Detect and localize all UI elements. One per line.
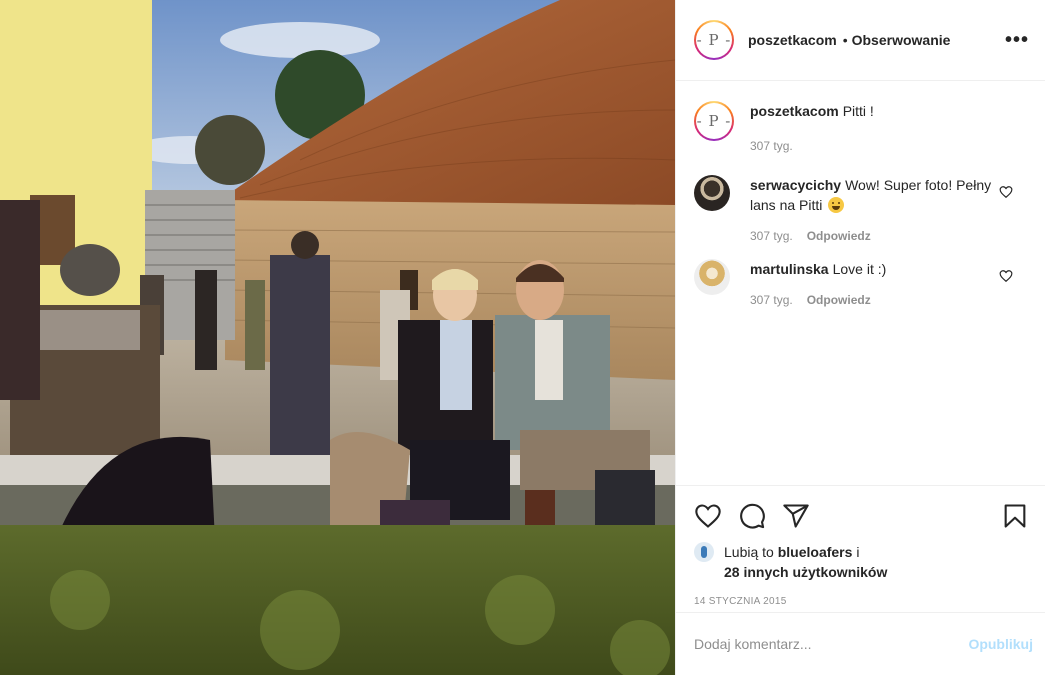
author-avatar-letter: - P -	[696, 22, 732, 58]
comment-timestamp[interactable]: 307 tyg.	[750, 229, 793, 243]
caption-avatar[interactable]: - P -	[694, 101, 734, 141]
comment-like-heart-icon[interactable]	[999, 185, 1013, 199]
instagram-post-modal: - P - poszetkacom • Obserwowanie ••• - P…	[0, 0, 1045, 675]
post-photo[interactable]	[0, 0, 675, 675]
caption: - P - poszetkacom Pitti ! 307 tyg.	[694, 101, 1029, 153]
add-comment-form: Opublikuj	[676, 612, 1045, 675]
comment-meta: 307 tyg. Odpowiedz	[750, 293, 1001, 307]
caption-avatar-letter: - P -	[696, 103, 732, 139]
comment-username[interactable]: serwacycichy	[750, 177, 841, 193]
separator-dot: •	[842, 32, 848, 48]
caption-body: poszetkacom Pitti ! 307 tyg.	[750, 101, 1029, 153]
post-actions: Lubią to blueloafers i 28 innych użytkow…	[676, 485, 1045, 612]
reply-button[interactable]: Odpowiedz	[807, 229, 871, 243]
reply-button[interactable]: Odpowiedz	[807, 293, 871, 307]
comment-timestamp[interactable]: 307 tyg.	[750, 293, 793, 307]
comment-body: martulinska Love it :) 307 tyg. Odpowiedz	[750, 259, 1029, 307]
likes-text: Lubią to blueloafers i 28 innych użytkow…	[724, 542, 887, 582]
comment-text: martulinska Love it :)	[750, 259, 1001, 279]
likes-prefix: Lubią to	[724, 544, 774, 560]
comment-icon[interactable]	[738, 502, 766, 530]
following-button[interactable]: Obserwowanie	[852, 32, 951, 48]
publish-button[interactable]: Opublikuj	[968, 636, 1033, 652]
grinning-face-icon	[828, 197, 845, 213]
comment-message: Love it :)	[832, 261, 887, 277]
comment-item: serwacycichy Wow! Super foto! Pełny lans …	[694, 175, 1029, 243]
comment-body: serwacycichy Wow! Super foto! Pełny lans …	[750, 175, 1029, 243]
likes-summary: Lubią to blueloafers i 28 innych użytkow…	[694, 542, 1029, 582]
paper-plane-icon[interactable]	[782, 502, 810, 530]
heart-icon[interactable]	[694, 502, 722, 530]
caption-username[interactable]: poszetkacom	[750, 103, 839, 119]
author-username[interactable]: poszetkacom	[748, 32, 837, 48]
commenter-avatar[interactable]	[694, 259, 730, 295]
caption-text: poszetkacom Pitti !	[750, 101, 1001, 121]
post-header: - P - poszetkacom • Obserwowanie •••	[676, 0, 1045, 81]
bookmark-icon[interactable]	[1001, 502, 1029, 530]
post-date[interactable]: 14 STYCZNIA 2015	[694, 596, 1029, 607]
comment-username[interactable]: martulinska	[750, 261, 829, 277]
liker-avatar[interactable]	[694, 542, 714, 562]
post-sidebar: - P - poszetkacom • Obserwowanie ••• - P…	[675, 0, 1045, 675]
action-icons	[694, 486, 1029, 542]
caption-timestamp[interactable]: 307 tyg.	[750, 139, 793, 153]
liker-username[interactable]: blueloafers	[778, 544, 853, 560]
commenter-avatar[interactable]	[694, 175, 730, 211]
caption-message: Pitti !	[842, 103, 874, 119]
comment-like-heart-icon[interactable]	[999, 269, 1013, 283]
author-avatar[interactable]: - P -	[694, 20, 734, 60]
post-photo-image	[0, 0, 675, 675]
comments-list: - P - poszetkacom Pitti ! 307 tyg. serwac…	[676, 81, 1045, 485]
likes-others-link[interactable]: 28 innych użytkowników	[724, 564, 887, 580]
comment-input[interactable]	[694, 636, 969, 652]
likes-conjunction: i	[856, 544, 860, 560]
more-options-icon[interactable]: •••	[1005, 30, 1029, 50]
comment-item: martulinska Love it :) 307 tyg. Odpowiedz	[694, 259, 1029, 307]
comment-meta: 307 tyg. Odpowiedz	[750, 229, 1001, 243]
caption-meta: 307 tyg.	[750, 139, 1001, 153]
comment-text: serwacycichy Wow! Super foto! Pełny lans …	[750, 175, 1001, 215]
